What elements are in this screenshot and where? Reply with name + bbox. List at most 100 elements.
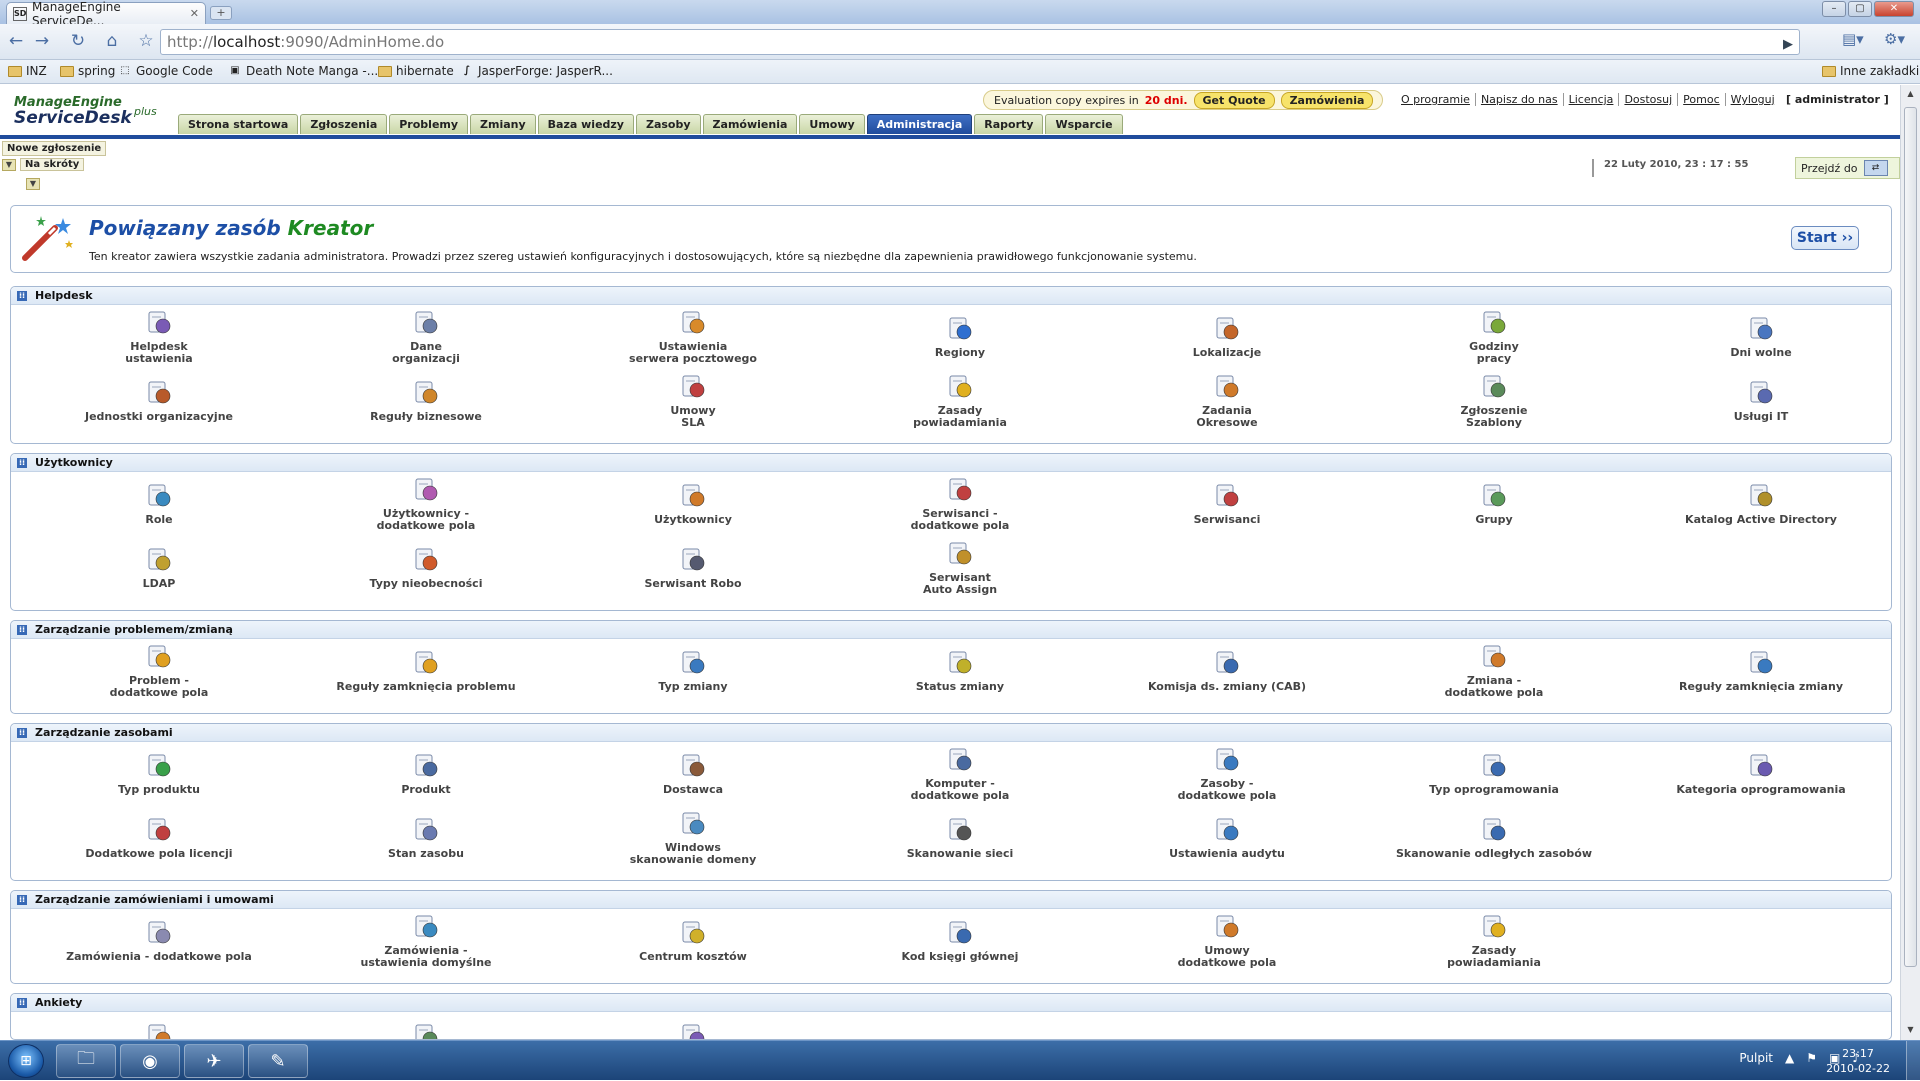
drag-grip-icon[interactable]: ⁞⁞ xyxy=(17,624,27,635)
admin-item-user-fields[interactable]: Użytkownicy - dodatkowe pola xyxy=(296,476,556,532)
wizard-start-button[interactable]: Start ›› xyxy=(1791,226,1859,250)
admin-item-vendor[interactable]: Dostawca xyxy=(563,752,823,796)
admin-item-globe[interactable]: Regiony xyxy=(830,315,1090,359)
chrome-taskbar-icon[interactable]: ◉ xyxy=(120,1044,180,1078)
admin-item-roles[interactable]: Role xyxy=(29,482,289,526)
admin-item-house[interactable]: Lokalizacje xyxy=(1097,315,1357,359)
desktop-toolbar-label[interactable]: Pulpit xyxy=(1739,1051,1773,1065)
forward-icon[interactable]: → xyxy=(30,30,54,54)
bookmark-jasperforge-jasperr[interactable]: ∫ JasperForge: JasperR... xyxy=(460,64,613,78)
admin-item-users[interactable]: Użytkownicy xyxy=(563,482,823,526)
tab-umowy[interactable]: Umowy xyxy=(799,114,865,134)
minimize-icon[interactable]: – xyxy=(1822,1,1846,17)
new-tab-button[interactable]: + xyxy=(210,6,232,20)
drag-grip-icon[interactable]: ⁞⁞ xyxy=(17,997,27,1008)
admin-item-gl-code[interactable]: Kod księgi głównej xyxy=(830,919,1090,963)
admin-item-warning[interactable]: Zasady powiadamiania xyxy=(830,373,1090,429)
admin-item-auto-assign[interactable]: Serwisant Auto Assign xyxy=(830,540,1090,596)
goto-box[interactable]: Przejdź do ⇄ xyxy=(1795,157,1900,179)
page-menu-icon[interactable]: ▤▾ xyxy=(1842,30,1864,48)
maximize-icon[interactable]: ▢ xyxy=(1848,1,1872,17)
tab-problemy[interactable]: Problemy xyxy=(389,114,469,134)
close-tab-icon[interactable]: ✕ xyxy=(190,7,199,20)
tray-expand-icon[interactable]: ▲ xyxy=(1785,1051,1794,1065)
home-icon[interactable]: ⌂ xyxy=(100,30,124,54)
admin-item-mail-server[interactable]: Ustawienia serwera pocztowego xyxy=(563,309,823,365)
tab-baza-wiedzy[interactable]: Baza wiedzy xyxy=(537,114,634,134)
drag-grip-icon[interactable]: ⁞⁞ xyxy=(17,894,27,905)
admin-item-software-category[interactable]: Kategoria oprogramowania xyxy=(1631,752,1891,796)
tab-raporty[interactable]: Raporty xyxy=(974,114,1044,134)
admin-item-helpdesk-settings[interactable]: Helpdesk ustawienia xyxy=(29,309,289,365)
show-desktop-button[interactable] xyxy=(1906,1041,1920,1081)
shortcuts-toggle-icon[interactable]: ▼ xyxy=(2,158,16,171)
tab-zgłoszenia[interactable]: Zgłoszenia xyxy=(300,114,388,134)
admin-item-cost-center[interactable]: Centrum kosztów xyxy=(563,919,823,963)
tab-zasoby[interactable]: Zasoby xyxy=(635,114,701,134)
bookmark-star-icon[interactable]: ☆ xyxy=(134,30,158,54)
tab-administracja[interactable]: Administracja xyxy=(866,114,973,134)
page-scrollbar[interactable]: ▲ ▼ xyxy=(1900,85,1920,1043)
admin-item-tasks[interactable]: Zadania Okresowe xyxy=(1097,373,1357,429)
admin-item-survey-3[interactable] xyxy=(563,1022,823,1039)
admin-item-change-type[interactable]: Typ zmiany xyxy=(563,649,823,693)
admin-item-technicians[interactable]: Serwisanci xyxy=(1097,482,1357,526)
address-bar[interactable]: http://localhost:9090/AdminHome.do ▶ xyxy=(160,29,1800,55)
tab-zamówienia[interactable]: Zamówienia xyxy=(702,114,798,134)
admin-item-survey-2[interactable] xyxy=(296,1022,556,1039)
contact-link[interactable]: Napisz do nas xyxy=(1476,93,1564,106)
admin-item-license-fields[interactable]: Dodatkowe pola licencji xyxy=(29,816,289,860)
about-link[interactable]: O programie xyxy=(1396,93,1476,106)
other-bookmarks[interactable]: Inne zakładki xyxy=(1822,64,1919,78)
browser-tab[interactable]: SD ManageEngine ServiceDe... ✕ xyxy=(6,0,206,28)
admin-item-tech-fields[interactable]: Serwisanci - dodatkowe pola xyxy=(830,476,1090,532)
action-center-icon[interactable]: ⚑ xyxy=(1806,1051,1817,1065)
orders-button[interactable]: Zamówienia xyxy=(1280,91,1374,109)
admin-item-template[interactable]: Zgłoszenie Szablony xyxy=(1364,373,1624,429)
admin-item-computer-fields[interactable]: Komputer - dodatkowe pola xyxy=(830,746,1090,802)
help-link[interactable]: Pomoc xyxy=(1678,93,1726,106)
new-request-button[interactable]: Nowe zgłoszenie xyxy=(2,141,107,156)
admin-item-cab[interactable]: Komisja ds. zmiany (CAB) xyxy=(1097,649,1357,693)
drag-grip-icon[interactable]: ⁞⁞ xyxy=(17,457,27,468)
bookmark-death-note-manga[interactable]: ▣ Death Note Manga -... xyxy=(228,64,378,78)
scroll-down-icon[interactable]: ▼ xyxy=(1904,1025,1917,1039)
start-menu-icon[interactable]: ⊞ xyxy=(8,1044,44,1078)
servicedesk-logo[interactable]: ManageEngine ServiceDesk plus xyxy=(14,95,157,128)
admin-item-building[interactable]: Dane organizacji xyxy=(296,309,556,365)
admin-item-sla[interactable]: Umowy SLA xyxy=(563,373,823,429)
tab-zmiany[interactable]: Zmiany xyxy=(470,114,536,134)
admin-item-groups[interactable]: Grupy xyxy=(1364,482,1624,526)
admin-item-clock[interactable]: Godziny pracy xyxy=(1364,309,1624,365)
admin-item-problem-fields[interactable]: Problem - dodatkowe pola xyxy=(29,643,289,699)
admin-item-warning[interactable]: Zasady powiadamiania xyxy=(1364,913,1624,969)
tab-strona-startowa[interactable]: Strona startowa xyxy=(178,114,299,134)
admin-item-contract-fields[interactable]: Umowy dodatkowe pola xyxy=(1097,913,1357,969)
admin-item-leave-types[interactable]: Typy nieobecności xyxy=(296,546,556,590)
back-icon[interactable]: ← xyxy=(4,30,28,54)
admin-item-survey-1[interactable] xyxy=(29,1022,289,1039)
close-window-icon[interactable]: ✕ xyxy=(1874,1,1914,17)
wrench-menu-icon[interactable]: ⚙▾ xyxy=(1884,30,1905,48)
bookmark-inz[interactable]: INZ xyxy=(8,64,47,78)
admin-item-calendar[interactable]: Dni wolne xyxy=(1631,315,1891,359)
admin-item-business-rules[interactable]: Reguły biznesowe xyxy=(296,379,556,423)
admin-item-asset-state[interactable]: Stan zasobu xyxy=(296,816,556,860)
admin-item-org-units[interactable]: Jednostki organizacyjne xyxy=(29,379,289,423)
shortcuts-label[interactable]: Na skróty xyxy=(20,158,85,171)
expand-arrow-icon[interactable]: ▼ xyxy=(26,178,40,190)
taskbar-clock[interactable]: 23:17 2010-02-22 xyxy=(1826,1046,1890,1076)
goto-icon[interactable]: ⇄ xyxy=(1863,160,1888,176)
go-icon[interactable]: ▶ xyxy=(1783,33,1793,57)
logout-link[interactable]: Wyloguj xyxy=(1726,93,1780,106)
admin-item-network-scan[interactable]: Skanowanie sieci xyxy=(830,816,1090,860)
admin-item-asset-fields[interactable]: Zasoby - dodatkowe pola xyxy=(1097,746,1357,802)
bookmark-hibernate[interactable]: hibernate xyxy=(378,64,454,78)
explorer-taskbar-icon[interactable]: 🗀 xyxy=(56,1044,116,1078)
admin-item-it-services[interactable]: Usługi IT xyxy=(1631,379,1891,423)
paint-taskbar-icon[interactable]: ✎ xyxy=(248,1044,308,1078)
admin-item-change-closure[interactable]: Reguły zamknięcia zmiany xyxy=(1631,649,1891,693)
admin-item-po-fields[interactable]: Zamówienia - dodatkowe pola xyxy=(29,919,289,963)
shortcuts-menu[interactable]: ▼ Na skróty xyxy=(2,158,85,171)
admin-item-software-type[interactable]: Typ oprogramowania xyxy=(1364,752,1624,796)
